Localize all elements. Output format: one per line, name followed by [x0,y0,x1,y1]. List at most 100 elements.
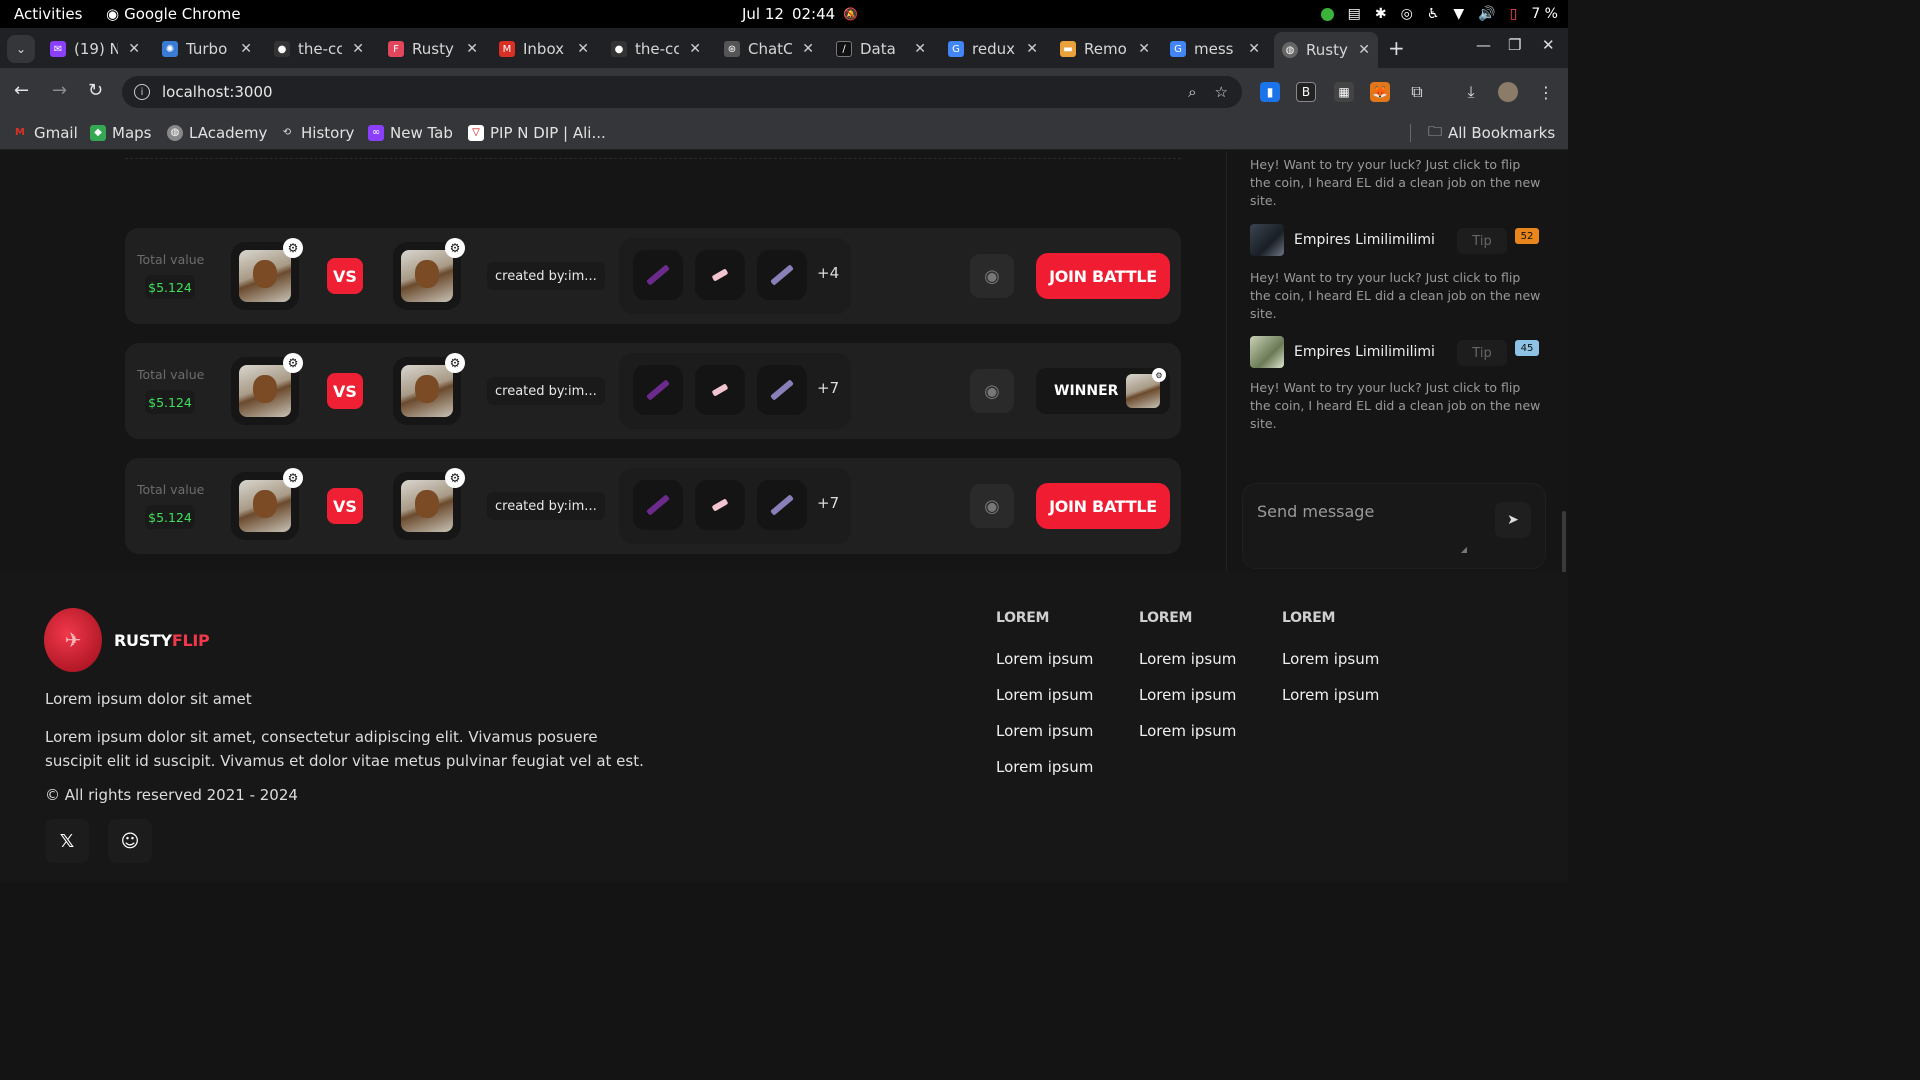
item-slot[interactable] [695,250,745,300]
chat-input-box: Send message ➤ ◢ [1242,483,1546,569]
footer-link[interactable]: Lorem ipsum [1139,686,1236,722]
app-menu[interactable]: ◉ Google Chrome [106,5,241,23]
tab-1[interactable]: ✺ Turbo ✕ [154,32,260,66]
view-button[interactable]: ◉ [970,254,1014,298]
close-icon[interactable]: ✕ [1242,41,1260,57]
system-tray[interactable]: ▤ ✱ ◎ ♿ ▼ 🔊 ▯ 7 % [1320,6,1558,22]
reload-icon[interactable]: ↻ [88,80,103,101]
tab-2[interactable]: ● the-cc ✕ [266,32,372,66]
new-tab-button[interactable]: + [1388,36,1405,60]
tip-button[interactable]: Tip [1457,228,1507,254]
tab-9[interactable]: ▬ Remo ✕ [1052,32,1158,66]
extension-icon[interactable]: B [1296,82,1316,102]
join-battle-button[interactable]: JOIN BATTLE [1036,253,1170,299]
tab-3[interactable]: F Rusty ✕ [380,32,486,66]
tab-5[interactable]: ● the-cc ✕ [603,32,709,66]
minimize-icon[interactable]: — [1476,36,1491,54]
player-avatar-left[interactable]: ⚙ [231,238,303,310]
tab-6[interactable]: ⊛ ChatC ✕ [716,32,822,66]
tab-11-active[interactable]: ◍ Rusty ✕ [1274,32,1378,68]
footer-link[interactable]: Lorem ipsum [996,650,1093,686]
vs-badge: VS [327,488,363,524]
window-close-icon[interactable]: ✕ [1542,36,1555,54]
clock[interactable]: Jul 12 02:44 🔕 [742,5,858,23]
restore-icon[interactable]: ❐ [1508,36,1521,54]
site-info-icon[interactable]: i [134,84,150,100]
footer-link[interactable]: Lorem ipsum [996,722,1093,758]
tab-4[interactable]: M Inbox ✕ [491,32,597,66]
chat-avatar[interactable] [1250,224,1284,256]
bookmark-gmail[interactable]: M Gmail [12,124,78,142]
tip-button[interactable]: Tip [1457,340,1507,366]
docs-extension-icon[interactable]: ▮ [1260,82,1280,102]
item-slot[interactable] [757,250,807,300]
item-slot[interactable] [633,480,683,530]
bookmark-history[interactable]: ⟲ History [279,124,355,142]
close-icon[interactable]: ✕ [460,41,478,57]
close-icon[interactable]: ✕ [683,41,701,57]
close-icon[interactable]: ✕ [346,41,364,57]
close-icon[interactable]: ✕ [908,41,926,57]
qr-extension-icon[interactable]: ▦ [1334,82,1354,102]
close-icon[interactable]: ✕ [796,41,814,57]
footer-link[interactable]: Lorem ipsum [1282,686,1379,722]
player-avatar-left[interactable]: ⚙ [231,353,303,425]
zoom-icon[interactable]: ⌕ [1188,83,1196,101]
player-avatar-left[interactable]: ⚙ [231,468,303,540]
item-slot[interactable] [757,480,807,530]
bookmark-star-icon[interactable]: ☆ [1215,83,1228,101]
close-icon[interactable]: ✕ [1132,41,1150,57]
close-icon[interactable]: ✕ [1352,42,1370,58]
footer-logo[interactable]: ✈ RUSTYFLIP [44,608,210,672]
item-slot[interactable] [757,365,807,415]
discord-button[interactable]: ☺ [108,819,152,863]
tab-10[interactable]: Gmess ✕ [1162,32,1268,66]
url-text[interactable]: localhost:3000 [162,83,273,101]
item-slot[interactable] [633,365,683,415]
view-button[interactable]: ◉ [970,484,1014,528]
download-icon[interactable]: ⤓ [1461,82,1481,102]
bookmark-new-tab[interactable]: ∞ New Tab [368,124,453,142]
item-slot[interactable] [695,480,745,530]
activities-button[interactable]: Activities [14,5,82,23]
item-slot[interactable] [695,365,745,415]
tab-search-button[interactable]: ⌄ [7,35,35,63]
bookmark-maps[interactable]: ◆ Maps [90,124,151,142]
footer-link[interactable]: Lorem ipsum [1139,650,1236,686]
puzzle-icon[interactable]: ⧉ [1407,82,1427,102]
chat-username[interactable]: Empires Limilimilimi [1294,344,1435,360]
tab-0[interactable]: ✉ (19) N ✕ [42,32,148,66]
footer-link[interactable]: Lorem ipsum [1139,722,1236,758]
tab-7[interactable]: ∕ Data ✕ [828,32,934,66]
player-avatar-right[interactable]: ⚙ [393,238,465,310]
item-slot[interactable] [633,250,683,300]
profile-avatar[interactable] [1498,82,1518,102]
close-icon[interactable]: ✕ [1020,41,1038,57]
close-icon[interactable]: ✕ [234,41,252,57]
footer-link[interactable]: Lorem ipsum [996,758,1093,794]
player-avatar-right[interactable]: ⚙ [393,353,465,425]
bookmark-pip-n-dip[interactable]: ▽ PIP N DIP | Ali... [468,124,606,142]
more-menu-icon[interactable]: ⋮ [1536,82,1556,102]
chat-avatar[interactable] [1250,336,1284,368]
send-button[interactable]: ➤ [1495,502,1531,538]
metamask-icon[interactable]: 🦊 [1370,82,1390,102]
send-message-input[interactable]: Send message [1257,502,1374,521]
address-bar[interactable]: i localhost:3000 ⌕ ☆ [122,76,1242,108]
close-icon[interactable]: ✕ [122,41,140,57]
resize-handle-icon[interactable]: ◢ [1461,545,1467,554]
all-bookmarks-button[interactable]: 🗀 All Bookmarks [1428,121,1555,145]
close-icon[interactable]: ✕ [571,41,589,57]
x-twitter-button[interactable]: 𝕏 [45,819,89,863]
chat-scrollbar[interactable] [1560,151,1568,811]
back-icon[interactable]: ← [14,80,29,101]
footer-link[interactable]: Lorem ipsum [996,686,1093,722]
footer-link[interactable]: Lorem ipsum [1282,650,1379,686]
player-avatar-right[interactable]: ⚙ [393,468,465,540]
chat-username[interactable]: Empires Limilimilimi [1294,232,1435,248]
tab-8[interactable]: Gredux ✕ [940,32,1046,66]
bookmark-lacademy[interactable]: ◍ LAcademy [167,124,267,142]
forward-icon[interactable]: → [52,80,67,101]
view-button[interactable]: ◉ [970,369,1014,413]
join-battle-button[interactable]: JOIN BATTLE [1036,483,1170,529]
